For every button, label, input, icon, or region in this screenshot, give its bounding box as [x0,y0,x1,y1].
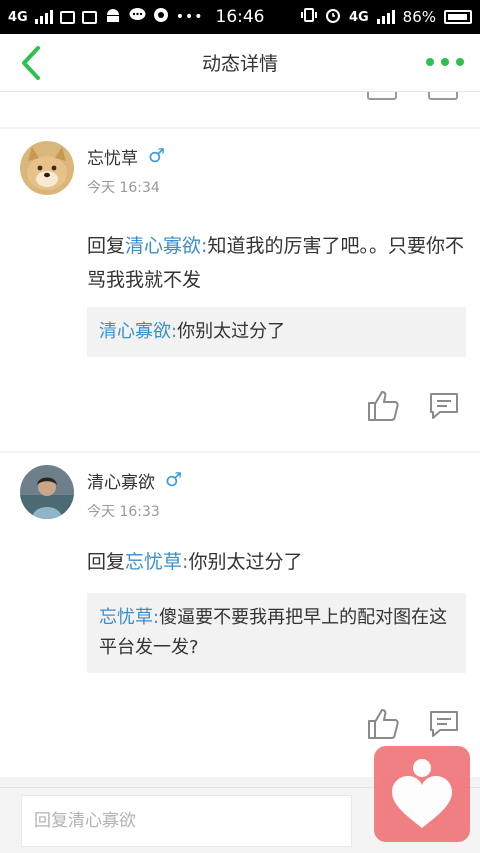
reply-to-user-link[interactable]: 忘忧草 [125,551,182,573]
nav-bar: 动态详情 [0,34,480,92]
status-bar: 4G ••• 16:46 4G 86% [0,0,480,34]
network-type-right: 4G [348,9,369,25]
like-icon[interactable] [366,707,400,741]
comment-icon[interactable] [428,92,458,100]
male-icon: ♂ [148,145,166,167]
back-arrow-icon[interactable] [14,44,50,82]
notification-s-icon [81,10,97,24]
alarm-icon [325,7,341,27]
android-icon [104,7,122,27]
comment-text: 回复清心寡欲:知道我的厉害了吧。。只要你不骂我我就不发 [87,235,464,291]
vibrate-icon [300,7,317,27]
notification-icon [59,10,75,24]
quoted-comment[interactable]: 忘忧草:傻逼要不要我再把早上的配对图在这平台发一发? [87,593,466,673]
more-notifications-icon: ••• [175,9,204,25]
reply-input[interactable] [21,795,352,847]
app-icon [153,7,169,27]
more-options-icon[interactable] [426,52,464,72]
quote-author-link[interactable]: 清心寡欲 [99,321,171,342]
comment-time: 今天 16:33 [87,504,160,520]
like-icon[interactable] [366,389,400,423]
comment-text: 回复忘忧草:你别太过分了 [87,551,303,573]
comment-item: 清心寡欲 ♂ 今天 16:33 回复忘忧草:你别太过分了 忘忧草:傻逼要不要我再… [0,453,480,777]
reply-to-user-link[interactable]: 清心寡欲 [125,235,201,257]
user-name[interactable]: 清心寡欲 ♂ [87,468,183,494]
battery-percent: 86% [402,8,436,26]
comment-icon[interactable] [428,709,460,739]
previous-comment-actions [0,92,480,127]
user-name[interactable]: 忘忧草 ♂ [87,144,166,170]
signal-icon [34,10,53,24]
network-type: 4G [8,9,28,25]
male-icon: ♂ [165,469,183,491]
signal-right-icon [376,10,395,24]
battery-icon [444,10,472,24]
heart-icon [374,746,470,846]
comment-list[interactable]: 忘忧草 ♂ 今天 16:34 回复清心寡欲:知道我的厉害了吧。。只要你不骂我我就… [0,92,480,787]
quote-author-link[interactable]: 忘忧草 [99,607,153,628]
avatar[interactable] [20,141,74,195]
chat-icon [129,7,146,27]
comment-item: 忘忧草 ♂ 今天 16:34 回复清心寡欲:知道我的厉害了吧。。只要你不骂我我就… [0,129,480,451]
floating-heart-button[interactable] [374,746,470,842]
comment-time: 今天 16:34 [87,180,160,196]
like-icon[interactable] [367,92,397,100]
avatar[interactable] [20,465,74,519]
comment-icon[interactable] [428,391,460,421]
quoted-comment[interactable]: 清心寡欲:你别太过分了 [87,307,466,357]
page-title: 动态详情 [201,53,278,75]
